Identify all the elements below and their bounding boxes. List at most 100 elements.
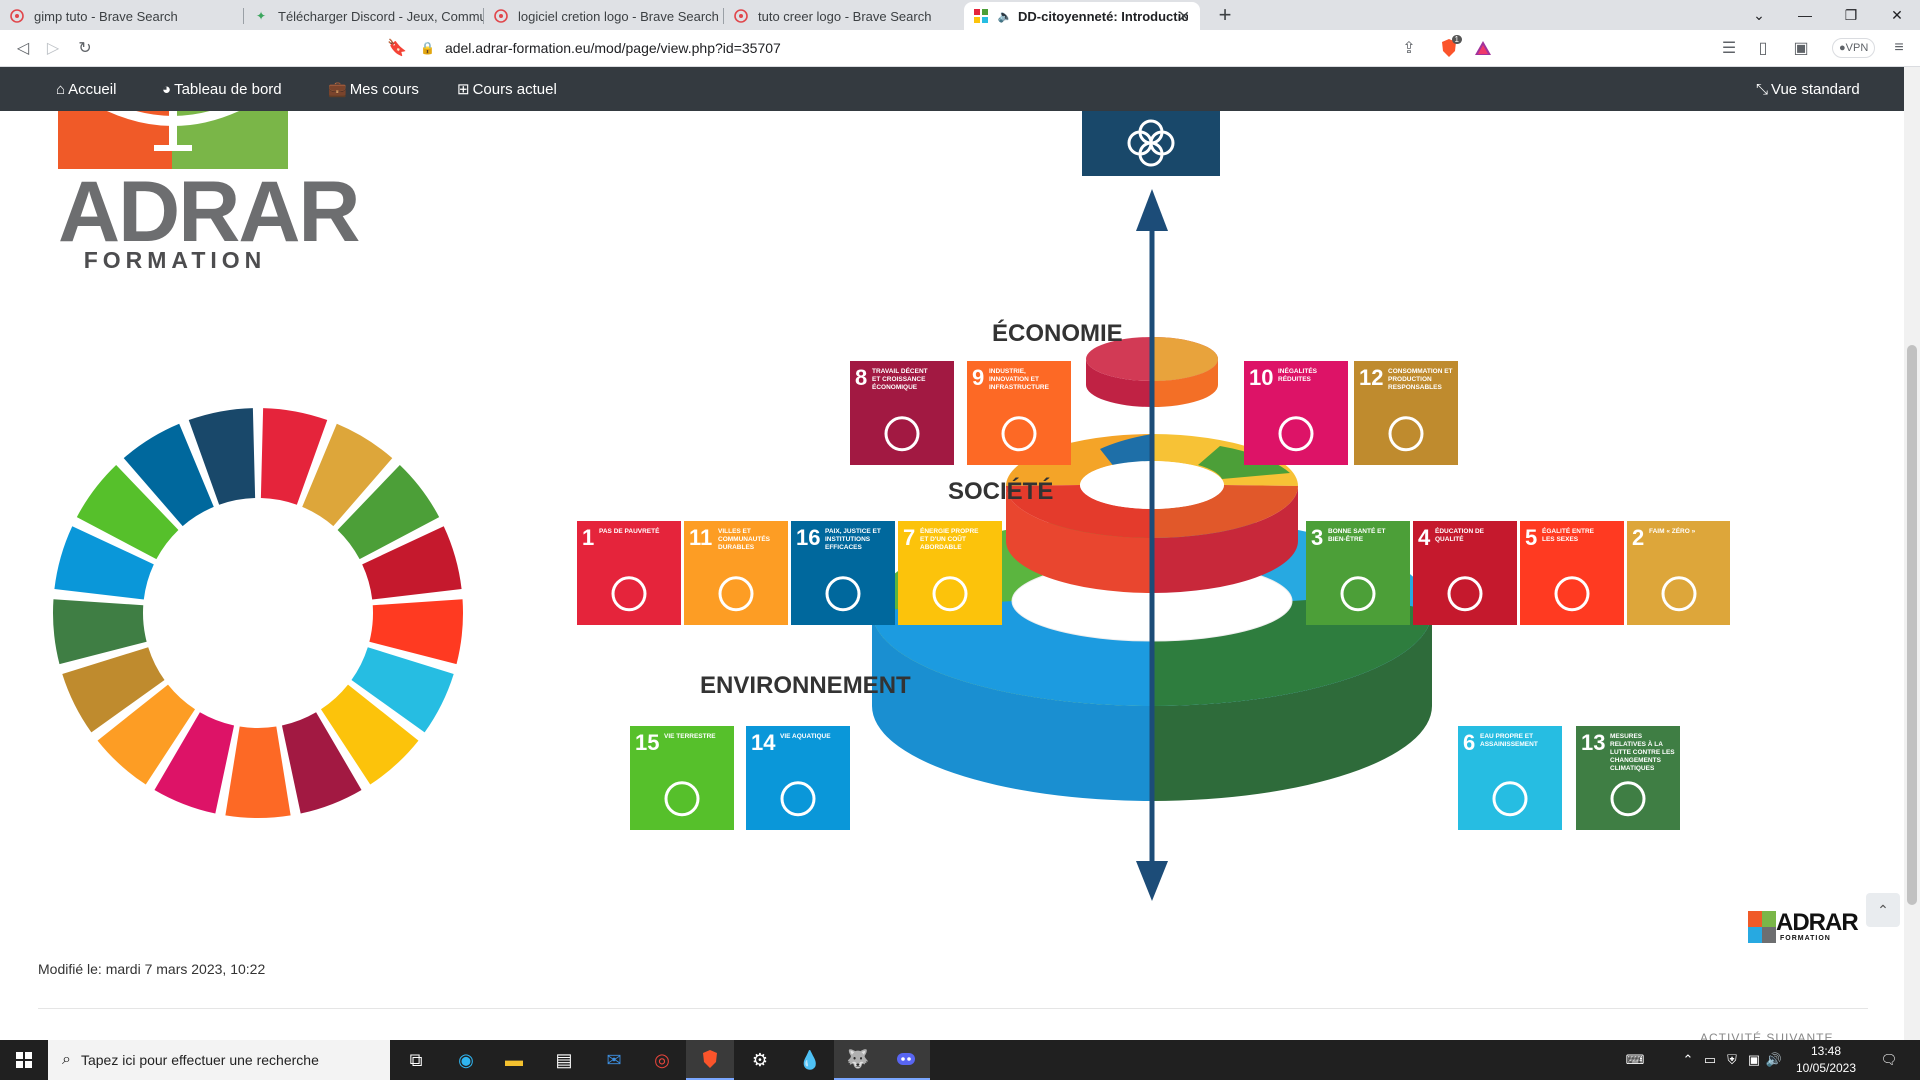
brave-rewards-icon[interactable] — [1470, 35, 1496, 61]
sdg-label-line: RESPONSABLES — [1388, 384, 1442, 391]
tab-tuto-creer-logo[interactable]: tuto creer logo - Brave Search — [724, 2, 964, 30]
browser-toolbar: ◁ ▷ ↻ 🔖 🔒 adel.adrar-formation.eu/mod/pa… — [0, 30, 1920, 67]
brave-search-icon — [734, 9, 748, 23]
sdg-number: 2 — [1632, 525, 1644, 550]
vpn-button[interactable]: ● VPN — [1832, 38, 1876, 58]
nav-mes-cours[interactable]: 💼 Mes cours — [328, 67, 419, 111]
edge-icon[interactable]: ◉ — [442, 1040, 490, 1080]
brave-icon[interactable] — [686, 1040, 734, 1080]
scrollbar-thumb[interactable] — [1907, 345, 1917, 905]
page-content: ADRAR FORMATION ÉCONOMIE SOCIÉTÉ ENVIRON… — [0, 111, 1904, 1040]
sitemap-icon: ⊞ — [457, 81, 470, 98]
tab-strip: gimp tuto - Brave Search ✦ Télécharger D… — [0, 0, 1920, 30]
share-icon[interactable]: ⇪ — [1396, 35, 1422, 61]
tab-title: logiciel cretion logo - Brave Search — [518, 8, 719, 24]
settings-icon[interactable]: ⚙ — [736, 1040, 784, 1080]
tab-discord-download[interactable]: ✦ Télécharger Discord - Jeux, Communic — [244, 2, 484, 30]
nav-tableau-de-bord[interactable]: ◕ Tableau de bord — [162, 67, 282, 111]
sdg-number: 10 — [1249, 365, 1273, 390]
bookmark-icon[interactable]: 🔖 — [384, 35, 410, 61]
windows-start-icon[interactable] — [0, 1040, 48, 1080]
chrome-icon[interactable]: ◎ — [638, 1040, 686, 1080]
meet-now-icon[interactable]: ▭ — [1700, 1040, 1720, 1080]
sdg-label-line: CONSOMMATION ET — [1388, 368, 1453, 375]
paint-app-icon[interactable]: 💧 — [786, 1040, 834, 1080]
network-icon[interactable]: ▣ — [1744, 1040, 1764, 1080]
back-icon[interactable]: ◁ — [10, 35, 36, 61]
sdg-label-line: LES SEXES — [1542, 536, 1579, 543]
moodle-favicon — [974, 9, 988, 23]
sdg-label-line: RÉDUITES — [1278, 374, 1312, 383]
label-economie: ÉCONOMIE — [992, 319, 1123, 347]
tab-title: gimp tuto - Brave Search — [34, 8, 178, 24]
tab-search-chevron-icon[interactable]: ⌄ — [1736, 0, 1782, 30]
sdg-number: 9 — [972, 365, 984, 390]
security-icon[interactable]: ⛨ — [1722, 1040, 1742, 1080]
minimize-button[interactable]: — — [1782, 0, 1828, 30]
clock[interactable]: 13:48 10/05/2023 — [1786, 1043, 1866, 1077]
mail-icon[interactable]: ✉ — [590, 1040, 638, 1080]
sdg-label-line: ÉCONOMIQUE — [872, 382, 918, 391]
sdg-label-line: INSTITUTIONS — [825, 536, 871, 543]
nav-accueil[interactable]: ⌂ Accueil — [56, 67, 116, 111]
discord-favicon: ✦ — [255, 9, 267, 23]
adrar-logo: ADRAR FORMATION — [58, 111, 361, 281]
sdg-label-line: VILLES ET — [718, 528, 751, 535]
tray-chevron-icon[interactable]: ⌃ — [1678, 1040, 1698, 1080]
sdg-number: 4 — [1418, 525, 1431, 550]
playlist-icon[interactable]: ☰ — [1716, 35, 1742, 61]
discord-icon[interactable] — [882, 1040, 930, 1080]
reload-icon[interactable]: ↻ — [72, 35, 98, 61]
sdg-number: 11 — [689, 525, 712, 550]
gimp-icon[interactable]: 🐺 — [834, 1040, 882, 1080]
sdg-box-8: 8 TRAVAIL DÉCENTET CROISSANCEÉCONOMIQUE — [850, 361, 954, 465]
sdg-label-line: CLIMATIQUES — [1610, 765, 1655, 772]
tab-dd-citoyennete[interactable]: 🔈 DD-citoyenneté: Introduction à ✕ — [964, 2, 1200, 30]
file-explorer-icon[interactable]: ▬ — [490, 1040, 538, 1080]
clock-time: 13:48 — [1810, 1044, 1842, 1058]
next-activity-label[interactable]: ACTIVITÉ SUIVANTE — [1700, 1031, 1833, 1040]
tab-gimp-tuto[interactable]: gimp tuto - Brave Search — [0, 2, 244, 30]
notifications-icon[interactable]: 🗨 — [1874, 1040, 1904, 1080]
keyboard-icon[interactable]: ⌨ — [1620, 1040, 1650, 1080]
sdg-label-line: BIEN-ÊTRE — [1328, 534, 1364, 543]
sdg-box-14: 14 VIE AQUATIQUE — [746, 726, 850, 830]
new-tab-button[interactable]: + — [1212, 2, 1238, 28]
menu-icon[interactable]: ≡ — [1886, 35, 1912, 61]
tab-logiciel-logo[interactable]: logiciel cretion logo - Brave Search — [484, 2, 724, 30]
nav-label: Tableau de bord — [174, 80, 282, 98]
sdg-number: 5 — [1525, 525, 1537, 550]
small-logo-text: ADRAR — [1776, 909, 1859, 936]
close-tab-icon[interactable]: ✕ — [1176, 8, 1192, 24]
sdg-number: 6 — [1463, 730, 1475, 755]
sdg-label-line: PAIX, JUSTICE ET — [825, 528, 881, 535]
sustainability-diagram: ÉCONOMIE SOCIÉTÉ ENVIRONNEMENT 8 TRAVAIL … — [577, 111, 1730, 901]
sdg-number: 8 — [855, 365, 867, 390]
tab-title: Télécharger Discord - Jeux, Communic — [278, 8, 484, 24]
brave-search-icon — [494, 9, 508, 23]
dashboard-icon: ◕ — [162, 80, 172, 98]
restore-button[interactable]: ❐ — [1828, 0, 1874, 30]
volume-icon[interactable]: 🔊 — [1764, 1040, 1784, 1080]
back-to-top-button[interactable]: ⌃ — [1866, 893, 1900, 927]
taskbar-search[interactable]: ⌕ Tapez ici pour effectuer une recherche — [48, 1040, 390, 1080]
sdg-label-line: QUALITÉ — [1435, 534, 1464, 543]
site-navbar: ⌂ Accueil ◕ Tableau de bord 💼 Mes cours … — [0, 67, 1904, 111]
brave-shields-icon[interactable]: 1 — [1436, 35, 1462, 61]
vue-standard-button[interactable]: ⤡ Vue standard — [1756, 67, 1860, 111]
sdg-box-1: 1 PAS DE PAUVRETÉ — [577, 521, 681, 625]
nav-cours-actuel[interactable]: ⊞ Cours actuel — [457, 67, 557, 111]
sidebar-icon[interactable]: ▯ — [1750, 35, 1776, 61]
logo-adrar-text: ADRAR — [58, 164, 361, 260]
close-window-button[interactable]: ✕ — [1874, 0, 1920, 30]
store-icon[interactable]: ▤ — [540, 1040, 588, 1080]
task-view-icon[interactable]: ⧉ — [392, 1040, 440, 1080]
tab-title: DD-citoyenneté: Introduction à — [1018, 8, 1188, 24]
lock-icon: 🔒 — [420, 41, 435, 55]
small-logo-subtext: FORMATION — [1780, 935, 1831, 942]
sdg-number: 3 — [1311, 525, 1323, 550]
forward-icon[interactable]: ▷ — [40, 35, 66, 61]
speaker-icon[interactable]: 🔈 — [998, 9, 1013, 23]
address-bar[interactable]: 🔒 adel.adrar-formation.eu/mod/page/view.… — [420, 36, 1430, 60]
wallet-icon[interactable]: ▣ — [1788, 35, 1814, 61]
